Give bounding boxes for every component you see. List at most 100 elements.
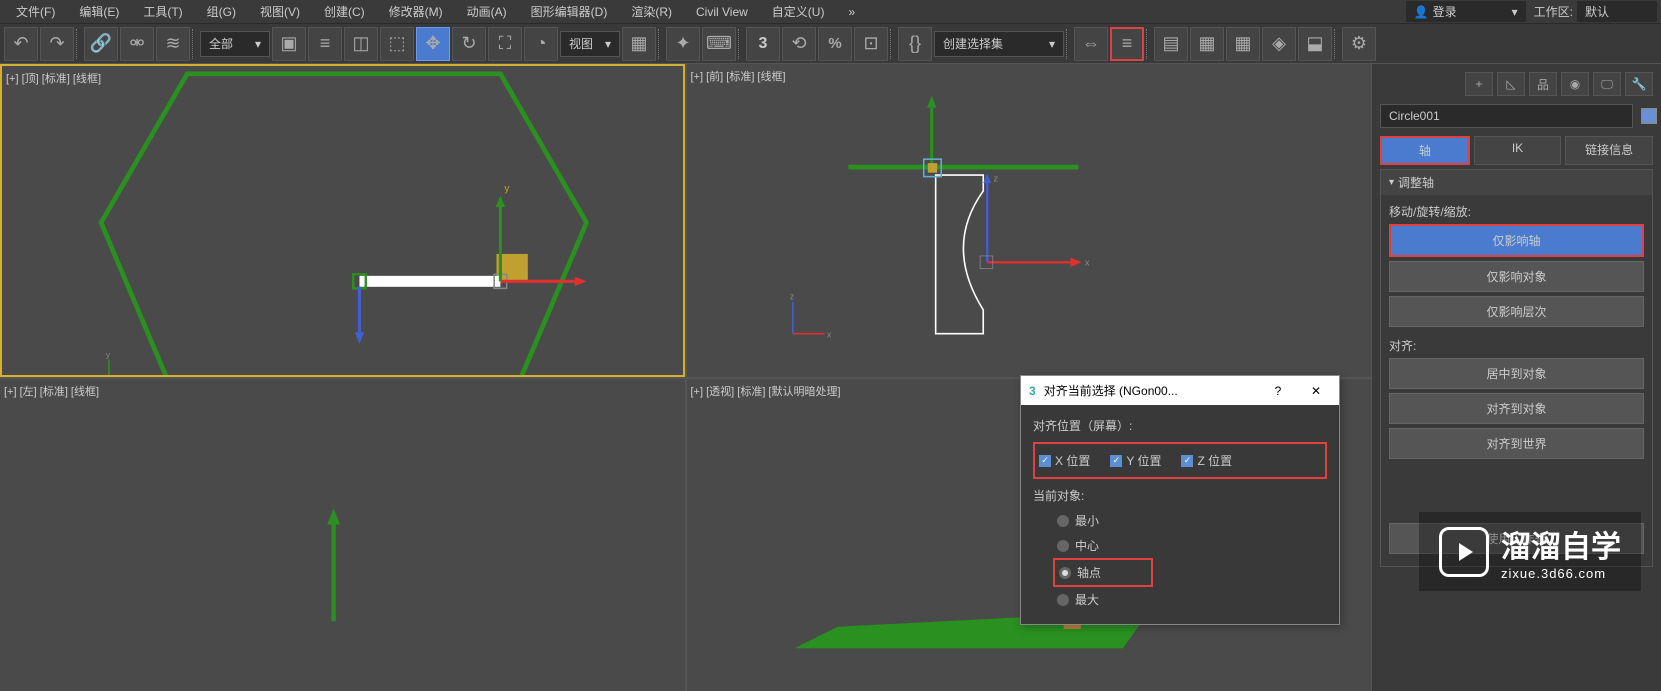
rotate-button[interactable]: ↻ — [452, 27, 486, 61]
x-position-checkbox[interactable]: ✓ X 位置 — [1039, 452, 1090, 469]
select-manipulate-button[interactable]: ✦ — [666, 27, 700, 61]
use-pivot-button[interactable]: ▦ — [622, 27, 656, 61]
move-rotate-scale-label: 移动/旋转/缩放: — [1389, 203, 1644, 220]
svg-text:y: y — [106, 349, 111, 359]
edit-selection-set[interactable]: {} — [898, 27, 932, 61]
window-crossing-button[interactable]: ⬚ — [380, 27, 414, 61]
selection-filter[interactable]: 全部 ▾ — [200, 31, 270, 57]
svg-text:x: x — [826, 330, 831, 340]
viewport-top[interactable]: [+] [顶] [标准] [线框] y — [0, 64, 685, 377]
select-button[interactable]: ▣ — [272, 27, 306, 61]
checkbox-icon: ✓ — [1110, 455, 1122, 467]
menu-animation[interactable]: 动画(A) — [455, 1, 519, 22]
move-button[interactable]: ✥ — [416, 27, 450, 61]
radio-label: 最大 — [1075, 591, 1099, 608]
bind-button[interactable]: ≋ — [156, 27, 190, 61]
align-button[interactable]: ≡ — [1110, 27, 1144, 61]
chevron-down-icon: ▾ — [1512, 5, 1518, 19]
placement-button[interactable]: ◔ — [524, 27, 558, 61]
scale-button[interactable]: ⛶ — [488, 27, 522, 61]
spinner-snap-button[interactable]: ⊡ — [854, 27, 888, 61]
workspace-label: 工作区: — [1534, 3, 1573, 20]
center-to-object-button[interactable]: 居中到对象 — [1389, 358, 1644, 389]
radio-maximum[interactable]: 最大 — [1053, 587, 1327, 612]
radio-minimum[interactable]: 最小 — [1053, 508, 1327, 533]
login-label: 登录 — [1433, 3, 1457, 20]
align-to-object-button[interactable]: 对齐到对象 — [1389, 393, 1644, 424]
checkbox-label: Y 位置 — [1126, 452, 1161, 469]
y-position-checkbox[interactable]: ✓ Y 位置 — [1110, 452, 1161, 469]
menu-customize[interactable]: 自定义(U) — [760, 1, 837, 22]
radio-icon — [1057, 540, 1069, 552]
dialog-help-button[interactable]: ? — [1263, 384, 1293, 398]
snap-toggle-button[interactable]: 3 — [746, 27, 780, 61]
hierarchy-tab-icon[interactable]: 品 — [1529, 72, 1557, 96]
select-region-button[interactable]: ◫ — [344, 27, 378, 61]
menu-file[interactable]: 文件(F) — [4, 1, 67, 22]
ref-coord-system[interactable]: 视图 ▾ — [560, 31, 620, 57]
object-name-field[interactable]: Circle001 — [1380, 104, 1633, 128]
menu-civil[interactable]: Civil View — [684, 3, 760, 21]
display-tab-icon[interactable]: 🖵 — [1593, 72, 1621, 96]
angle-snap-button[interactable]: ⟲ — [782, 27, 816, 61]
viewport-left[interactable]: [+] [左] [标准] [线框] — [0, 379, 685, 691]
adjust-pivot-header[interactable]: 调整轴 — [1381, 170, 1652, 195]
object-color-swatch[interactable] — [1641, 108, 1657, 124]
menu-tools[interactable]: 工具(T) — [131, 1, 194, 22]
svg-text:z: z — [789, 292, 793, 302]
viewport-label[interactable]: [+] [顶] [标准] [线框] — [6, 70, 101, 86]
render-setup-button[interactable]: ⚙ — [1342, 27, 1376, 61]
radio-pivot[interactable]: 轴点 — [1053, 558, 1153, 587]
affect-object-only-button[interactable]: 仅影响对象 — [1389, 261, 1644, 292]
align-to-world-button[interactable]: 对齐到世界 — [1389, 428, 1644, 459]
menu-group[interactable]: 组(G) — [195, 1, 248, 22]
motion-tab-icon[interactable]: ◉ — [1561, 72, 1589, 96]
watermark: 溜溜自学 zixue.3d66.com — [1419, 512, 1641, 591]
utilities-tab-icon[interactable]: 🔧 — [1625, 72, 1653, 96]
layer-explorer-button[interactable]: ▤ — [1154, 27, 1188, 61]
z-position-checkbox[interactable]: ✓ Z 位置 — [1181, 452, 1232, 469]
workspace-dropdown[interactable]: 默认 — [1577, 1, 1657, 22]
svg-text:z: z — [993, 173, 998, 184]
menu-modifiers[interactable]: 修改器(M) — [377, 1, 455, 22]
menu-render[interactable]: 渲染(R) — [619, 1, 684, 22]
select-name-button[interactable]: ≡ — [308, 27, 342, 61]
pivot-tab[interactable]: 轴 — [1380, 136, 1470, 165]
menu-create[interactable]: 创建(C) — [312, 1, 377, 22]
menu-edit[interactable]: 编辑(E) — [67, 1, 131, 22]
dialog-close-button[interactable]: ✕ — [1301, 384, 1331, 398]
menu-graph[interactable]: 图形编辑器(D) — [519, 1, 620, 22]
create-tab-icon[interactable]: + — [1465, 72, 1493, 96]
schematic-view-button[interactable]: ◈ — [1262, 27, 1296, 61]
viewport-label[interactable]: [+] [左] [标准] [线框] — [4, 383, 99, 399]
login-dropdown[interactable]: 👤 登录 ▾ — [1406, 1, 1526, 22]
material-editor-button[interactable]: ⬓ — [1298, 27, 1332, 61]
chevron-down-icon: ▾ — [1049, 37, 1055, 51]
viewport-label[interactable]: [+] [前] [标准] [线框] — [691, 68, 786, 84]
mirror-button[interactable]: ⇔ — [1074, 27, 1108, 61]
link-button[interactable]: 🔗 — [84, 27, 118, 61]
menu-view[interactable]: 视图(V) — [248, 1, 312, 22]
menu-more[interactable]: » — [836, 3, 867, 21]
watermark-title: 溜溜自学 — [1501, 522, 1621, 566]
link-info-tab[interactable]: 链接信息 — [1565, 136, 1653, 165]
radio-icon — [1057, 515, 1069, 527]
viewport-label[interactable]: [+] [透视] [标准] [默认明暗处理] — [691, 383, 841, 399]
viewport-front[interactable]: [+] [前] [标准] [线框] z x — [687, 64, 1372, 377]
unlink-button[interactable]: ⚮ — [120, 27, 154, 61]
named-selection-sets[interactable]: 创建选择集 ▾ — [934, 31, 1064, 57]
modify-tab-icon[interactable]: ◺ — [1497, 72, 1525, 96]
affect-hierarchy-only-button[interactable]: 仅影响层次 — [1389, 296, 1644, 327]
radio-label: 中心 — [1075, 537, 1099, 554]
radio-center[interactable]: 中心 — [1053, 533, 1327, 558]
undo-button[interactable]: ↶ — [4, 27, 38, 61]
curve-editor-button[interactable]: ▦ — [1226, 27, 1260, 61]
toggle-ribbon-button[interactable]: ▦ — [1190, 27, 1224, 61]
redo-button[interactable]: ↷ — [40, 27, 74, 61]
ik-tab[interactable]: IK — [1474, 136, 1562, 165]
keyboard-shortcut-button[interactable]: ⌨ — [702, 27, 736, 61]
user-icon: 👤 — [1414, 5, 1429, 19]
affect-pivot-only-button[interactable]: 仅影响轴 — [1389, 224, 1644, 257]
radio-icon — [1057, 594, 1069, 606]
percent-snap-button[interactable]: % — [818, 27, 852, 61]
